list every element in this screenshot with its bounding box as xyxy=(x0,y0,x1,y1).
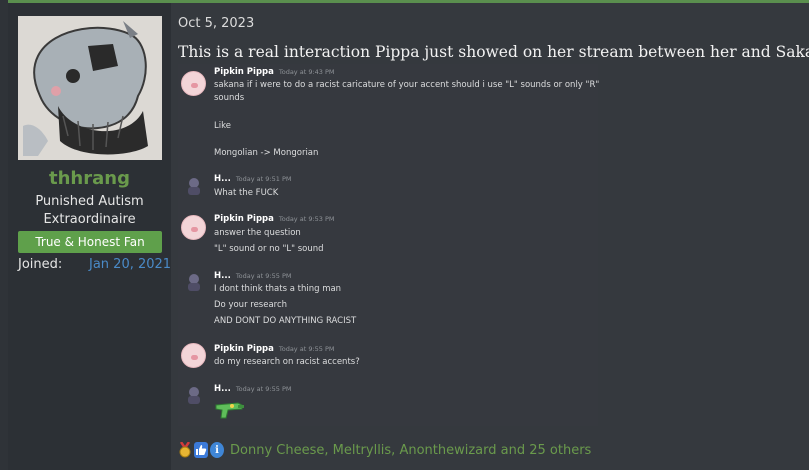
reactions-bar[interactable]: i Donny Cheese, Meltryllis, Anonthewizar… xyxy=(178,440,591,460)
user-banner: True & Honest Fan xyxy=(18,231,162,253)
message-line: I dont think thats a thing man xyxy=(214,284,342,294)
message-line: sakana if i were to do a racist caricatu… xyxy=(214,80,600,90)
message-line: Do your research xyxy=(214,300,288,310)
joined-label: Joined: xyxy=(18,257,63,272)
message-author: H... Today at 9:51 PM xyxy=(214,174,292,184)
message-line: answer the question xyxy=(214,228,301,238)
message-time: Today at 9:53 PM xyxy=(278,215,335,223)
message-line: "L" sound or no "L" sound xyxy=(214,244,324,254)
pippa-avatar-icon xyxy=(181,343,206,368)
pippa-avatar-icon xyxy=(181,215,206,240)
message-author: Pipkin Pippa Today at 9:55 PM xyxy=(214,344,335,354)
water-gun-emoji-icon xyxy=(215,402,244,419)
info-icon: i xyxy=(210,442,224,458)
message-author: H... Today at 9:55 PM xyxy=(214,384,292,394)
message-time: Today at 9:43 PM xyxy=(278,68,335,76)
medal-icon xyxy=(178,442,192,458)
joined-date: Jan 20, 2021 xyxy=(89,257,172,272)
post-date[interactable]: Oct 5, 2023 xyxy=(178,16,254,31)
message-line: AND DONT DO ANYTHING RACIST xyxy=(214,316,357,326)
discord-screenshot[interactable]: Pipkin Pippa Today at 9:43 PM sakana if i… xyxy=(178,64,600,426)
post-message: This is a real interaction Pippa just sh… xyxy=(178,43,809,61)
like-icon xyxy=(194,442,208,458)
message-time: Today at 9:55 PM xyxy=(278,345,335,353)
h-avatar-icon xyxy=(181,174,206,199)
message-time: Today at 9:55 PM xyxy=(235,385,292,393)
h-avatar-icon xyxy=(181,383,206,408)
message-author: Pipkin Pippa Today at 9:43 PM xyxy=(214,67,335,77)
message-line: What the FUCK xyxy=(214,188,279,198)
avatar-drawing-icon xyxy=(18,16,162,160)
message-author: H... Today at 9:55 PM xyxy=(214,271,292,281)
pippa-avatar-icon xyxy=(181,71,206,96)
reaction-users[interactable]: Donny Cheese, Meltryllis, Anonthewizard … xyxy=(230,443,591,458)
username[interactable]: thhrang xyxy=(8,168,171,189)
user-avatar[interactable] xyxy=(18,16,162,160)
user-title: Punished Autism Extraordinaire xyxy=(35,194,144,227)
h-avatar-icon xyxy=(181,270,206,295)
message-line: Mongolian -> Mongorian xyxy=(214,148,319,158)
message-line: sounds xyxy=(214,93,245,103)
message-line: do my research on racist accents? xyxy=(214,357,360,367)
message-time: Today at 9:55 PM xyxy=(235,272,292,280)
message-time: Today at 9:51 PM xyxy=(235,175,292,183)
message-line: Like xyxy=(214,121,231,131)
message-author: Pipkin Pippa Today at 9:53 PM xyxy=(214,214,335,224)
